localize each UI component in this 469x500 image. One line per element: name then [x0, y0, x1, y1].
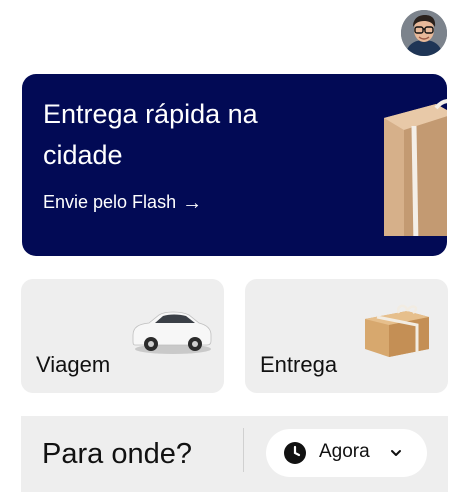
- promo-banner-flash[interactable]: Entrega rápida na cidade Envie pelo Flas…: [22, 74, 447, 256]
- chevron-down-icon: [391, 450, 401, 456]
- promo-link[interactable]: Envie pelo Flash →: [43, 192, 202, 213]
- service-tile-viagem[interactable]: Viagem: [21, 279, 224, 393]
- clock-icon: [284, 442, 306, 464]
- destination-search-bar[interactable]: Para onde? Agora: [21, 416, 448, 492]
- promo-title: Entrega rápida na cidade: [43, 99, 258, 170]
- package-box-icon: [384, 99, 447, 236]
- service-tile-label: Viagem: [36, 352, 111, 377]
- profile-avatar[interactable]: [401, 10, 447, 56]
- user-avatar-photo: [401, 10, 447, 56]
- arrow-right-icon: →: [182, 191, 203, 214]
- service-tile-label: Entrega: [260, 352, 338, 377]
- schedule-time-selector[interactable]: Agora: [266, 429, 427, 477]
- time-option-label: Agora: [319, 441, 370, 462]
- promo-link-label: Envie pelo Flash: [43, 192, 177, 212]
- package-box-icon: [365, 304, 429, 357]
- search-divider: [243, 428, 244, 472]
- car-icon: [132, 311, 212, 354]
- service-tile-entrega[interactable]: Entrega: [245, 279, 448, 393]
- destination-search-prompt[interactable]: Para onde?: [42, 438, 192, 471]
